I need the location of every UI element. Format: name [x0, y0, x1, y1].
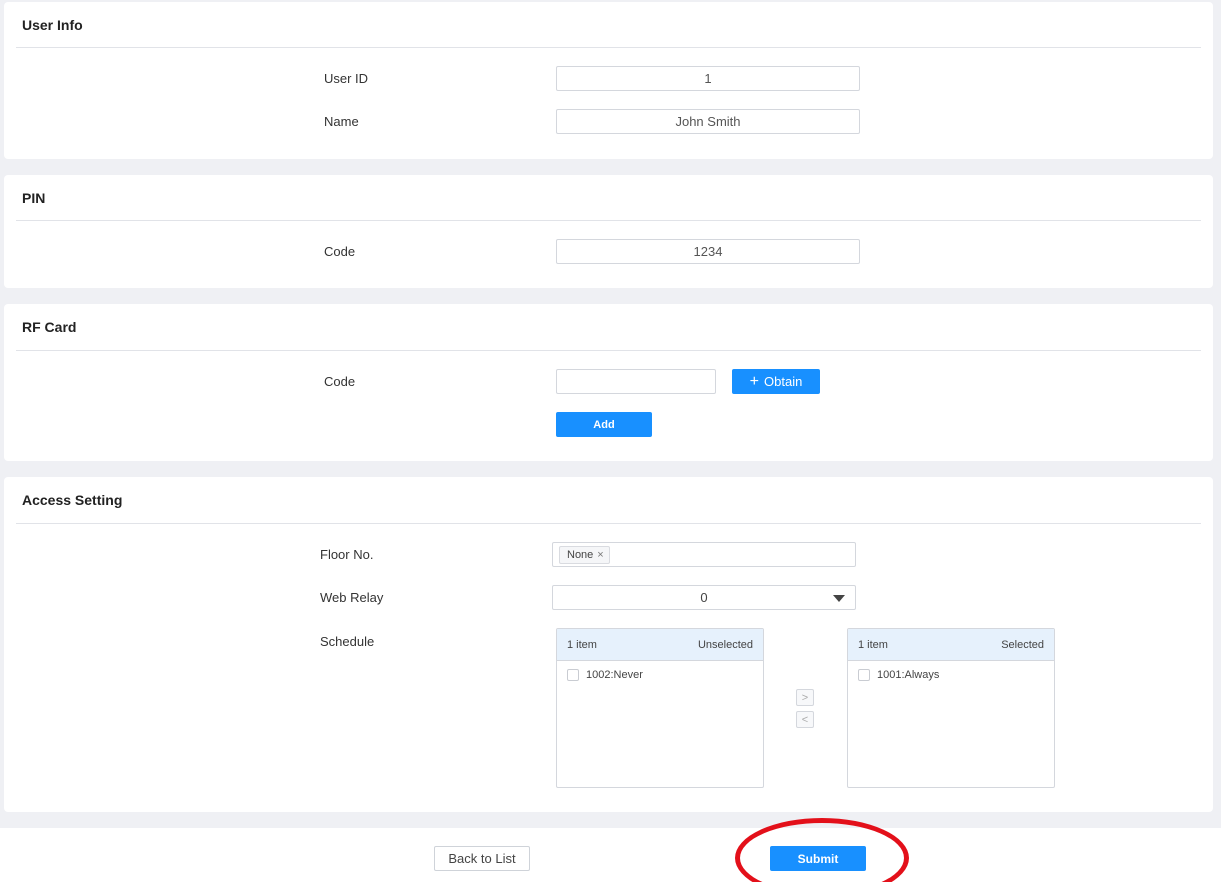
floor-no-select[interactable]: None ×: [552, 542, 856, 567]
pin-card: PIN Code: [4, 175, 1213, 288]
name-label: Name: [324, 114, 359, 129]
caret-down-icon: [833, 595, 845, 602]
rf-card-title: RF Card: [22, 319, 77, 335]
obtain-button[interactable]: + Obtain: [732, 369, 820, 394]
pin-code-input[interactable]: [556, 239, 860, 264]
web-relay-select[interactable]: 0: [552, 585, 856, 610]
floor-no-label: Floor No.: [320, 547, 374, 562]
pin-code-label: Code: [324, 244, 356, 259]
user-info-card: User Info User ID Name: [4, 2, 1213, 159]
selected-count: 1 item: [858, 638, 888, 651]
floor-tag: None ×: [559, 546, 610, 564]
checkbox[interactable]: [567, 669, 579, 681]
selected-title: Selected: [1001, 638, 1044, 651]
rf-card-divider: [16, 350, 1201, 351]
user-info-divider: [16, 47, 1201, 48]
chevron-left-icon: <: [801, 713, 809, 726]
rf-code-input[interactable]: [556, 369, 716, 394]
move-right-button[interactable]: >: [796, 689, 814, 706]
unselected-count: 1 item: [567, 638, 597, 651]
user-id-input[interactable]: [556, 66, 860, 91]
access-setting-title: Access Setting: [22, 492, 123, 508]
pin-title: PIN: [22, 190, 46, 206]
selected-header: 1 item Selected: [848, 629, 1054, 661]
schedule-label: Schedule: [320, 634, 375, 649]
schedule-unselected-panel: 1 item Unselected 1002:Never: [556, 628, 764, 788]
plus-icon: +: [749, 372, 760, 390]
pin-divider: [16, 220, 1201, 221]
user-info-title: User Info: [22, 17, 83, 33]
list-item-label: 1002:Never: [586, 669, 643, 681]
web-relay-value: 0: [700, 590, 708, 605]
web-relay-label: Web Relay: [320, 590, 384, 605]
list-item[interactable]: 1001:Always: [848, 661, 1054, 689]
list-item[interactable]: 1002:Never: [557, 661, 763, 689]
submit-button[interactable]: Submit: [770, 846, 866, 871]
move-left-button[interactable]: <: [796, 711, 814, 728]
footer-bar: [0, 828, 1221, 882]
rf-card-card: RF Card Code + Obtain Add: [4, 304, 1213, 461]
unselected-header: 1 item Unselected: [557, 629, 763, 661]
floor-tag-text: None: [567, 549, 594, 561]
access-setting-divider: [16, 523, 1201, 524]
checkbox[interactable]: [858, 669, 870, 681]
back-to-list-button[interactable]: Back to List: [434, 846, 530, 871]
schedule-selected-panel: 1 item Selected 1001:Always: [847, 628, 1055, 788]
unselected-title: Unselected: [697, 638, 753, 651]
obtain-label: Obtain: [764, 374, 803, 389]
name-input[interactable]: [556, 109, 860, 134]
user-id-label: User ID: [324, 71, 369, 86]
list-item-label: 1001:Always: [877, 669, 940, 681]
close-icon[interactable]: ×: [597, 547, 603, 563]
add-button[interactable]: Add: [556, 412, 652, 437]
rf-code-label: Code: [324, 374, 356, 389]
chevron-right-icon: >: [801, 691, 809, 704]
